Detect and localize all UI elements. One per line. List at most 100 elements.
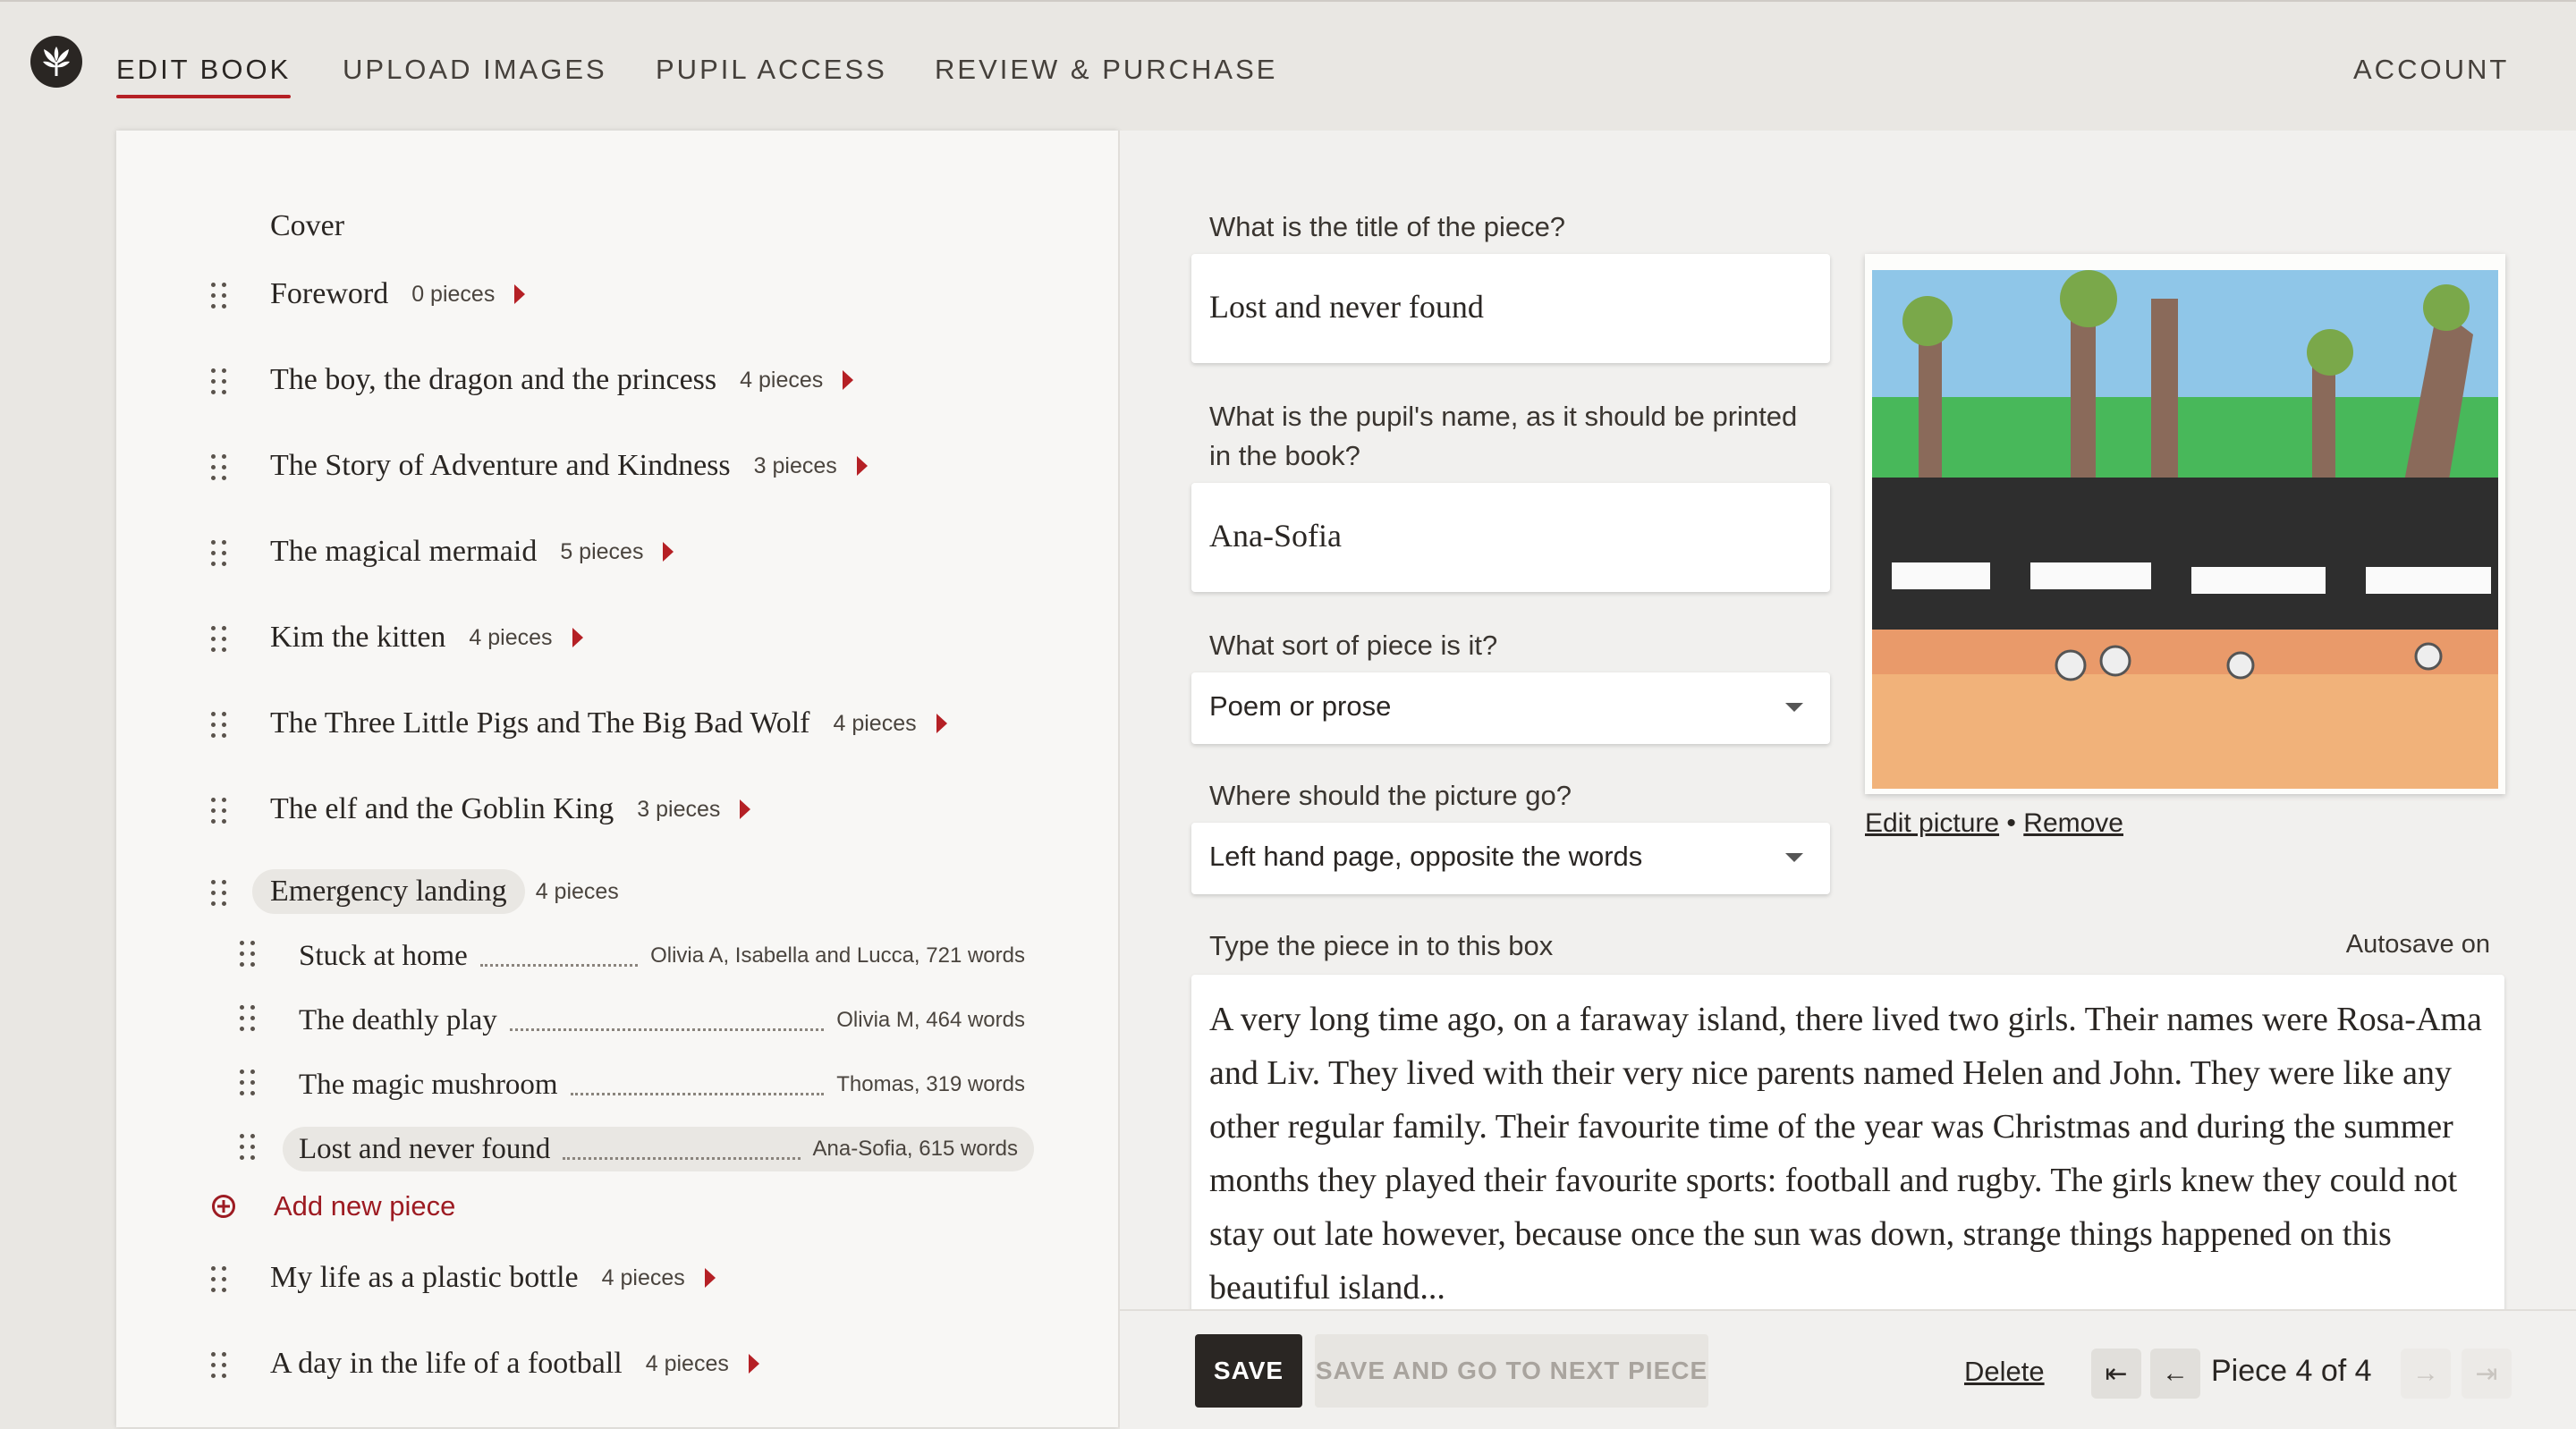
piece-counter: Piece 4 of 4 (2211, 1354, 2372, 1388)
sort-select-value: Poem or prose (1209, 690, 1392, 722)
piece-row[interactable]: The deathly play Olivia M, 464 words (116, 993, 1100, 1046)
chapter-row[interactable]: The boy, the dragon and the princess 4 pi… (116, 356, 1100, 410)
expand-caret-icon[interactable] (843, 370, 854, 390)
nav-edit-book[interactable]: EDIT BOOK (116, 54, 292, 98)
chapter-title: My life as a plastic bottle (270, 1261, 579, 1294)
piece-body-textarea[interactable]: A very long time ago, on a faraway islan… (1191, 975, 2504, 1315)
chapter-row[interactable]: The Three Little Pigs and The Big Bad Wo… (116, 699, 1100, 753)
chapter-row[interactable]: The Story of Adventure and Kindness 3 pie… (116, 442, 1100, 495)
expand-caret-icon[interactable] (740, 799, 751, 819)
drag-handle-icon[interactable] (240, 1134, 261, 1161)
drag-handle-icon[interactable] (211, 626, 233, 653)
chapter-title: The boy, the dragon and the princess (270, 363, 717, 396)
drag-handle-icon[interactable] (240, 1005, 261, 1032)
chapter-row[interactable]: The magical mermaid 5 pieces (116, 528, 1100, 581)
chapter-count: 4 pieces (535, 879, 619, 904)
chapter-title: Foreword (270, 277, 389, 310)
chapter-row[interactable]: A day in the life of a football 4 pieces (116, 1340, 1100, 1393)
chapter-title: A day in the life of a football (270, 1347, 623, 1380)
sort-select[interactable]: Poem or prose (1191, 672, 1830, 744)
drag-handle-icon[interactable] (211, 283, 233, 309)
pupil-name-input[interactable]: Ana-Sofia (1191, 483, 1830, 592)
piece-title: Stuck at home (299, 939, 468, 972)
pupil-name-value: Ana-Sofia (1209, 518, 1342, 554)
piece-meta: Ana-Sofia, 615 words (812, 1137, 1018, 1161)
dotted-leader (563, 1156, 801, 1160)
drag-handle-icon[interactable] (240, 1070, 261, 1096)
last-piece-icon[interactable]: ⇥ (2462, 1349, 2512, 1399)
expand-caret-icon[interactable] (514, 284, 526, 304)
nav-upload-images[interactable]: UPLOAD IMAGES (343, 54, 607, 86)
dropdown-arrow-icon (1785, 853, 1803, 862)
piece-row[interactable]: The magic mushroom Thomas, 319 words (116, 1057, 1100, 1111)
drag-handle-icon[interactable] (211, 454, 233, 481)
expand-caret-icon[interactable] (936, 714, 947, 733)
chapter-row-expanded[interactable]: Emergency landing 4 pieces (116, 867, 1100, 921)
drag-handle-icon[interactable] (211, 1266, 233, 1293)
piece-meta: Olivia A, Isabella and Lucca, 721 words (650, 943, 1025, 968)
pupil-drawing-image[interactable] (1865, 254, 2505, 794)
expand-caret-icon[interactable] (572, 628, 583, 647)
chapter-count: 4 pieces (645, 1351, 729, 1376)
remove-picture-link[interactable]: Remove (2023, 808, 2123, 838)
expand-caret-icon[interactable] (704, 1268, 716, 1288)
chapter-title: The Three Little Pigs and The Big Bad Wo… (270, 706, 810, 740)
dropdown-arrow-icon (1785, 703, 1803, 712)
drag-handle-icon[interactable] (211, 798, 233, 824)
first-piece-icon[interactable]: ⇤ (2091, 1349, 2141, 1399)
piece-row-selected[interactable]: Lost and never found Ana-Sofia, 615 words (116, 1121, 1100, 1175)
outline-cover[interactable]: Cover (116, 202, 1100, 256)
picture-position-select[interactable]: Left hand page, opposite the words (1191, 823, 1830, 894)
previous-piece-icon[interactable]: ← (2150, 1349, 2200, 1399)
add-circle-icon (212, 1195, 235, 1218)
chapter-row[interactable]: Foreword 0 pieces (116, 270, 1100, 324)
chapter-count: 4 pieces (833, 711, 917, 736)
save-button[interactable]: SAVE (1195, 1334, 1302, 1408)
chapter-count: 4 pieces (601, 1265, 685, 1290)
top-navigation: EDIT BOOK UPLOAD IMAGES PUPIL ACCESS REV… (0, 0, 2576, 131)
drag-handle-icon[interactable] (211, 368, 233, 395)
nav-review-purchase[interactable]: REVIEW & PURCHASE (935, 54, 1277, 86)
title-input[interactable]: Lost and never found (1191, 254, 1830, 363)
piece-title: The magic mushroom (299, 1068, 558, 1101)
picture-actions: Edit picture • Remove (1865, 808, 2123, 839)
piece-body-text: A very long time ago, on a faraway islan… (1209, 1001, 2482, 1306)
tree-logo-icon[interactable] (30, 36, 82, 88)
chapter-count: 4 pieces (469, 625, 553, 650)
chapter-title: Emergency landing (252, 869, 525, 914)
dotted-leader (509, 1027, 825, 1031)
chapter-count: 4 pieces (740, 368, 824, 393)
chapter-row[interactable]: The elf and the Goblin King 3 pieces (116, 785, 1100, 839)
edit-picture-link[interactable]: Edit picture (1865, 808, 1999, 838)
title-field-label: What is the title of the piece? (1209, 211, 1566, 242)
nav-account[interactable]: ACCOUNT (2353, 54, 2509, 86)
chapter-count: 3 pieces (753, 453, 837, 478)
pupil-field-label: What is the pupil's name, as it should b… (1209, 401, 1798, 471)
chapter-row[interactable]: My life as a plastic bottle 4 pieces (116, 1254, 1100, 1307)
chapter-count: 3 pieces (637, 797, 721, 822)
drag-handle-icon[interactable] (211, 1352, 233, 1379)
chapter-count: 0 pieces (411, 282, 496, 307)
save-next-button[interactable]: SAVE AND GO TO NEXT PIECE (1315, 1334, 1708, 1408)
body-field-label: Type the piece in to this box (1209, 930, 1554, 961)
expand-caret-icon[interactable] (856, 456, 868, 476)
drag-handle-icon[interactable] (240, 941, 261, 968)
expand-caret-icon[interactable] (748, 1354, 759, 1374)
drag-handle-icon[interactable] (211, 540, 233, 567)
chapter-title: The elf and the Goblin King (270, 792, 614, 825)
piece-row[interactable]: Stuck at home Olivia A, Isabella and Lucc… (116, 928, 1100, 982)
chapter-row[interactable]: Kim the kitten 4 pieces (116, 613, 1100, 667)
piece-title: Lost and never found (299, 1132, 551, 1165)
add-new-piece-button[interactable]: Add new piece (211, 1190, 455, 1222)
chapter-count: 5 pieces (560, 539, 644, 564)
nav-pupil-access[interactable]: PUPIL ACCESS (656, 54, 887, 86)
delete-link[interactable]: Delete (1964, 1356, 2045, 1388)
expand-caret-icon[interactable] (663, 542, 674, 562)
next-piece-icon[interactable]: → (2401, 1349, 2451, 1399)
picture-position-value: Left hand page, opposite the words (1209, 841, 1643, 872)
piece-meta: Olivia M, 464 words (836, 1008, 1025, 1032)
drag-handle-icon[interactable] (211, 712, 233, 739)
add-new-piece-label: Add new piece (274, 1190, 456, 1222)
drag-handle-icon[interactable] (211, 880, 233, 907)
picture-position-label: Where should the picture go? (1209, 780, 1572, 811)
